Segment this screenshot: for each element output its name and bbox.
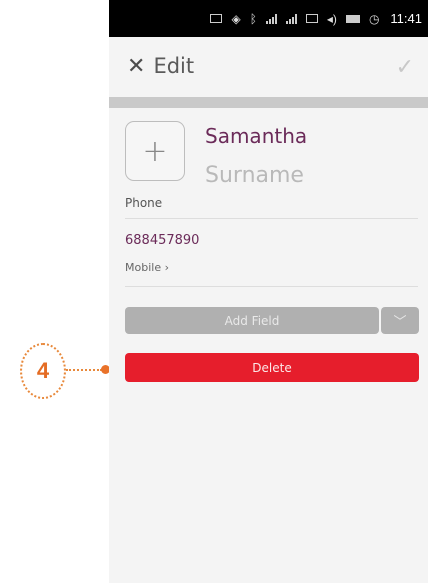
chevron-down-icon: ﹀ bbox=[393, 315, 407, 330]
location-icon: ◈ bbox=[231, 11, 241, 26]
first-name-field[interactable]: Samantha bbox=[205, 124, 307, 148]
volume-icon: ◂) bbox=[326, 11, 337, 26]
header-divider bbox=[109, 97, 428, 108]
clock-icon: ◷ bbox=[368, 11, 380, 26]
phone-screen: ◈ ᛒ ◂) ◷ 11:41 ✕ Edit ✓ + Samantha Surna… bbox=[109, 0, 428, 583]
page-header: ✕ Edit ✓ bbox=[109, 37, 428, 95]
battery-icon bbox=[345, 14, 360, 23]
delete-button[interactable]: Delete bbox=[125, 353, 419, 382]
divider bbox=[125, 286, 418, 287]
3g-icon bbox=[305, 14, 318, 23]
page-title: Edit bbox=[153, 54, 195, 78]
contact-details: + Samantha Surname Phone bbox=[109, 108, 428, 219]
add-field-button[interactable]: Add Field bbox=[125, 307, 379, 334]
status-bar: ◈ ᛒ ◂) ◷ 11:41 bbox=[109, 0, 428, 37]
avatar-add-button[interactable]: + bbox=[125, 121, 185, 181]
add-field-dropdown[interactable]: ﹀ bbox=[381, 307, 419, 334]
surname-field[interactable]: Surname bbox=[205, 163, 304, 188]
callout-number: 4 bbox=[20, 343, 66, 399]
mail-icon bbox=[210, 14, 223, 23]
divider bbox=[125, 218, 418, 219]
confirm-icon[interactable]: ✓ bbox=[396, 55, 414, 80]
plus-icon: + bbox=[142, 133, 168, 169]
status-time: 11:41 bbox=[390, 11, 422, 26]
callout-leader-line bbox=[66, 369, 102, 371]
close-icon[interactable]: ✕ bbox=[127, 54, 145, 79]
bluetooth-icon: ᛒ bbox=[249, 11, 257, 26]
phone-label: Phone bbox=[125, 196, 163, 210]
phone-type-selector[interactable]: Mobile › bbox=[125, 261, 169, 274]
phone-number-field[interactable]: 688457890 bbox=[125, 233, 199, 248]
signal-icon bbox=[285, 13, 297, 24]
signal-icon bbox=[265, 13, 277, 24]
